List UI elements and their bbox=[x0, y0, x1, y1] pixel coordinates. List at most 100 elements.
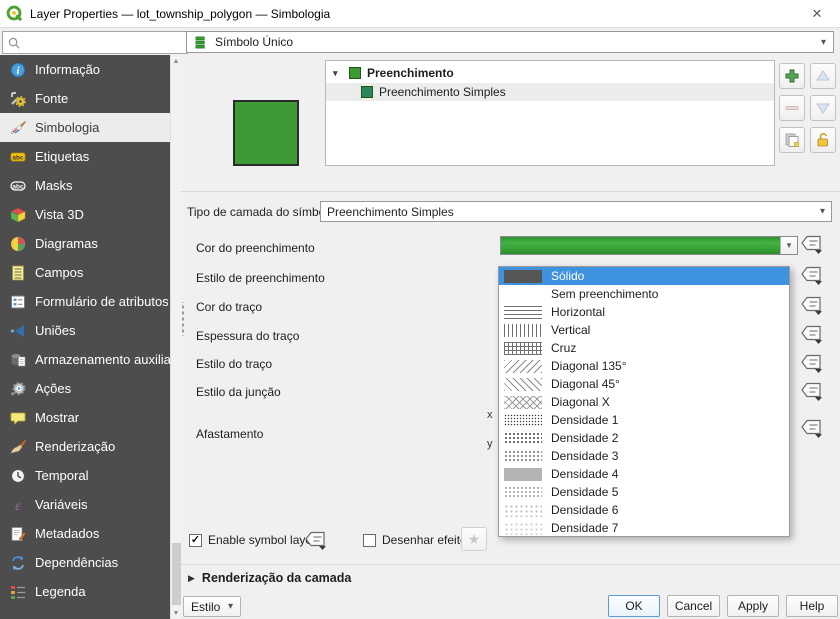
check-icon: ✓ bbox=[191, 535, 200, 546]
dropdown-item-horizontal[interactable]: Horizontal bbox=[499, 303, 789, 321]
dropdown-item-label: Horizontal bbox=[551, 305, 605, 319]
scroll-up-icon[interactable]: ▲ bbox=[171, 55, 181, 67]
chevron-down-icon: ▾ bbox=[820, 206, 825, 217]
dropdown-item-densidade-6[interactable]: Densidade 6 bbox=[499, 501, 789, 519]
offset-y-label: y bbox=[487, 438, 493, 450]
data-defined-override-fill-color-button[interactable] bbox=[800, 234, 824, 255]
cancel-button[interactable]: Cancel bbox=[667, 595, 720, 617]
add-symbol-layer-button[interactable] bbox=[779, 63, 805, 89]
ok-button[interactable]: OK bbox=[608, 595, 660, 617]
layer-type-value: Preenchimento Simples bbox=[327, 205, 454, 219]
dropdown-item-densidade-3[interactable]: Densidade 3 bbox=[499, 447, 789, 465]
sidebar-item-informacao[interactable]: i Informação bbox=[0, 55, 181, 84]
dropdown-item-densidade-5[interactable]: Densidade 5 bbox=[499, 483, 789, 501]
search-input[interactable] bbox=[25, 35, 183, 51]
pattern-swatch bbox=[504, 414, 542, 427]
dropdown-item-densidade-4[interactable]: Densidade 4 bbox=[499, 465, 789, 483]
tree-item-simple-fill[interactable]: Preenchimento Simples bbox=[326, 83, 774, 101]
sidebar-item-label: Uniões bbox=[35, 323, 75, 338]
chevron-down-icon: ▾ bbox=[821, 37, 826, 48]
sidebar-item-simbologia[interactable]: Simbologia bbox=[0, 113, 181, 142]
sidebar-item-armazenamento-auxiliar[interactable]: Armazenamento auxiliar bbox=[0, 345, 181, 374]
sidebar-item-label: Mostrar bbox=[35, 410, 79, 425]
renderer-combo[interactable]: Símbolo Único ▾ bbox=[186, 31, 834, 53]
sidebar-item-unioes[interactable]: Uniões bbox=[0, 316, 181, 345]
sidebar-scrollbar[interactable]: ▲ ▼ bbox=[170, 55, 182, 619]
data-defined-override-fill-style-button[interactable] bbox=[800, 265, 824, 286]
sidebar-item-dependencias[interactable]: Dependências bbox=[0, 548, 181, 577]
fill-symbol-chip bbox=[349, 67, 361, 79]
fill-color-button[interactable]: ▾ bbox=[500, 236, 798, 255]
sidebar-item-label: Armazenamento auxiliar bbox=[35, 352, 175, 367]
duplicate-symbol-layer-button[interactable] bbox=[779, 127, 805, 153]
metadata-icon bbox=[10, 526, 26, 542]
apply-button[interactable]: Apply bbox=[727, 595, 779, 617]
renderer-value: Símbolo Único bbox=[215, 35, 293, 49]
dropdown-item-diagonal-45[interactable]: Diagonal 45° bbox=[499, 375, 789, 393]
sidebar-item-masks[interactable]: abc Masks bbox=[0, 171, 181, 200]
move-down-button[interactable] bbox=[810, 95, 836, 121]
help-button[interactable]: Help bbox=[786, 595, 838, 617]
dropdown-item-diagonal-x[interactable]: Diagonal X bbox=[499, 393, 789, 411]
sidebar-item-metadados[interactable]: Metadados bbox=[0, 519, 181, 548]
move-up-button[interactable] bbox=[810, 63, 836, 89]
style-menu-button[interactable]: Estilo ▾ bbox=[183, 596, 241, 617]
effects-button[interactable]: ★ bbox=[461, 527, 487, 551]
data-defined-override-stroke-color-button[interactable] bbox=[800, 295, 824, 316]
search-box[interactable] bbox=[2, 31, 188, 54]
dependencies-icon bbox=[10, 555, 26, 571]
tree-expander-icon[interactable]: ▾ bbox=[333, 68, 343, 79]
dropdown-item-label: Densidade 4 bbox=[551, 467, 618, 481]
sidebar-item-etiquetas[interactable]: abc Etiquetas bbox=[0, 142, 181, 171]
dropdown-item-vertical[interactable]: Vertical bbox=[499, 321, 789, 339]
sidebar-item-renderizacao[interactable]: Renderização bbox=[0, 432, 181, 461]
stroke-color-label: Cor do traço bbox=[196, 299, 262, 315]
data-defined-override-stroke-width-button[interactable] bbox=[800, 324, 824, 345]
data-defined-override-enable-button[interactable] bbox=[304, 530, 328, 551]
scroll-down-icon[interactable]: ▼ bbox=[171, 607, 181, 619]
dropdown-item-densidade-7[interactable]: Densidade 7 bbox=[499, 519, 789, 537]
sidebar-item-temporal[interactable]: Temporal bbox=[0, 461, 181, 490]
sidebar-item-label: Fonte bbox=[35, 91, 68, 106]
data-defined-override-offset-button[interactable] bbox=[800, 418, 824, 439]
dropdown-item-sem-preenchimento[interactable]: Sem preenchimento bbox=[499, 285, 789, 303]
dropdown-item-diagonal-135[interactable]: Diagonal 135° bbox=[499, 357, 789, 375]
qgis-logo-icon bbox=[6, 5, 23, 22]
lock-colors-button[interactable] bbox=[810, 127, 836, 153]
sidebar-item-mostrar[interactable]: Mostrar bbox=[0, 403, 181, 432]
fill-color-dropdown-arrow[interactable]: ▾ bbox=[780, 237, 797, 254]
dropdown-item-cruz[interactable]: Cruz bbox=[499, 339, 789, 357]
rendering-icon bbox=[10, 439, 26, 455]
data-defined-override-stroke-style-button[interactable] bbox=[800, 353, 824, 374]
draw-effects-checkbox[interactable] bbox=[363, 534, 376, 547]
chevron-down-icon: ▾ bbox=[787, 240, 792, 251]
panel-splitter[interactable] bbox=[181, 302, 185, 336]
sidebar-item-diagramas[interactable]: Diagramas bbox=[0, 229, 181, 258]
tree-item-fill[interactable]: ▾ Preenchimento bbox=[326, 64, 774, 82]
arrow-down-icon bbox=[815, 100, 831, 116]
sidebar-item-variaveis[interactable]: ε Variáveis bbox=[0, 490, 181, 519]
minus-icon bbox=[784, 100, 800, 116]
sidebar-item-formulario-de-atributos[interactable]: Formulário de atributos bbox=[0, 287, 181, 316]
sidebar-item-vista-3d[interactable]: Vista 3D bbox=[0, 200, 181, 229]
sidebar-item-fonte[interactable]: Fonte bbox=[0, 84, 181, 113]
display-icon bbox=[10, 410, 26, 426]
close-button[interactable]: ✕ bbox=[802, 3, 832, 24]
offset-label: Afastamento bbox=[196, 426, 263, 442]
dropdown-item-solido[interactable]: Sólido bbox=[499, 267, 789, 285]
plus-icon bbox=[784, 68, 800, 84]
scrollbar-thumb[interactable] bbox=[172, 543, 181, 605]
sidebar-item-acoes[interactable]: Ações bbox=[0, 374, 181, 403]
svg-text:ε: ε bbox=[15, 499, 21, 513]
sidebar-item-campos[interactable]: Campos bbox=[0, 258, 181, 287]
data-defined-override-join-style-button[interactable] bbox=[800, 381, 824, 402]
sidebar-item-legenda[interactable]: Legenda bbox=[0, 577, 181, 606]
layer-rendering-expander[interactable]: ▶ Renderização da camada bbox=[188, 571, 351, 585]
offset-x-label: x bbox=[487, 409, 493, 421]
remove-symbol-layer-button[interactable] bbox=[779, 95, 805, 121]
dropdown-item-densidade-2[interactable]: Densidade 2 bbox=[499, 429, 789, 447]
dropdown-item-densidade-1[interactable]: Densidade 1 bbox=[499, 411, 789, 429]
layer-type-combo[interactable]: Preenchimento Simples ▾ bbox=[320, 201, 832, 222]
sidebar-item-label: Formulário de atributos bbox=[35, 294, 169, 309]
enable-symbol-layer-checkbox[interactable]: ✓ bbox=[189, 534, 202, 547]
